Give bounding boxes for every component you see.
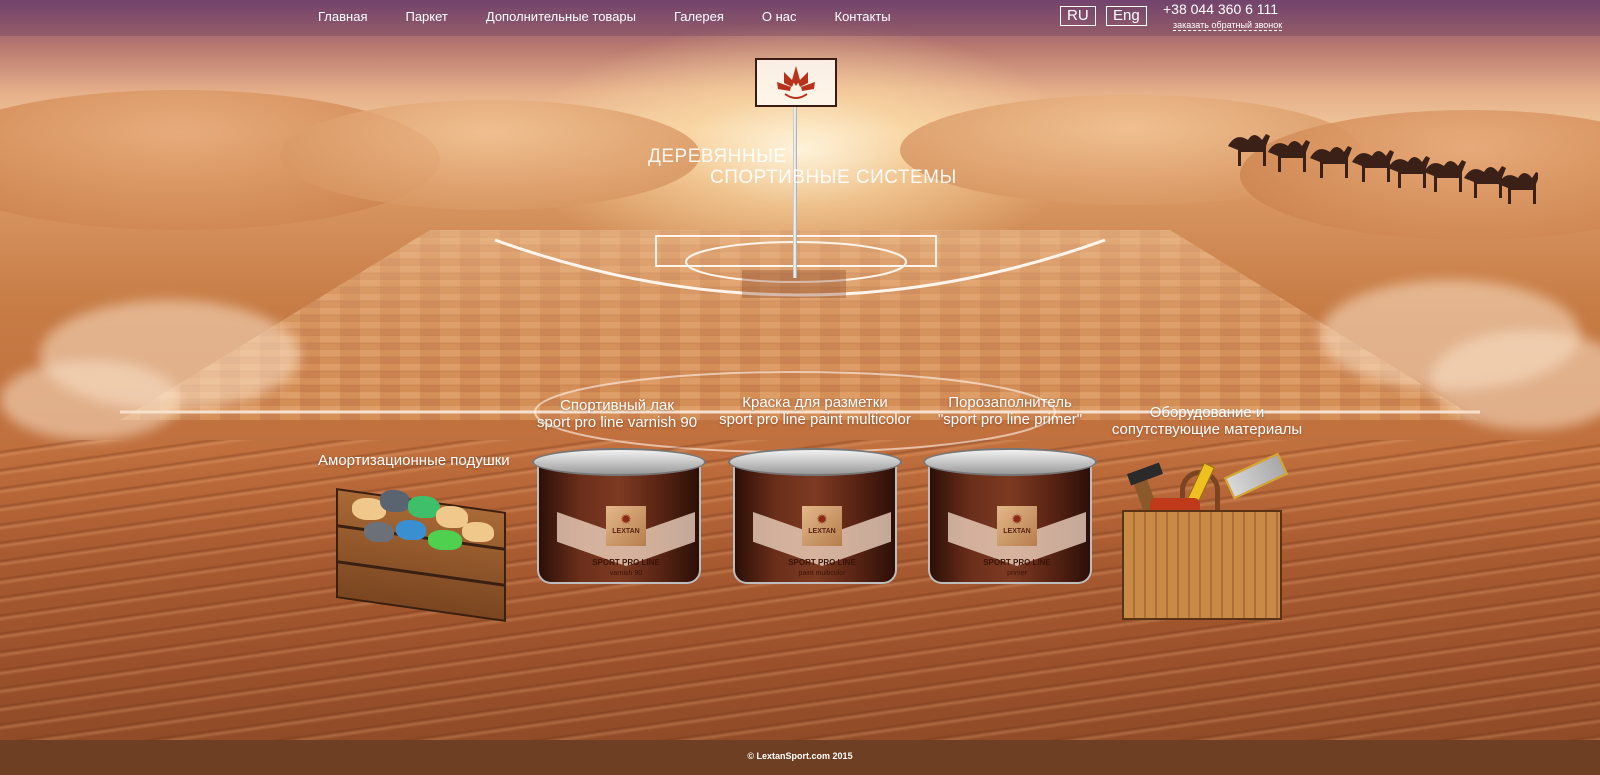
can-brand: LEXTAN — [612, 528, 640, 535]
hoop-pole — [793, 106, 797, 278]
nav-item-additional-products[interactable]: Дополнительные товары — [486, 9, 636, 24]
main-nav: Главная Паркет Дополнительные товары Гал… — [318, 9, 929, 24]
can-body: ✹ LEXTAN SPORT PRO LINE varnish 90 — [537, 462, 701, 584]
product-can-paint[interactable]: ✹ LEXTAN SPORT PRO LINE paint multicolor — [728, 448, 902, 596]
callback-link[interactable]: заказать обратный звонок — [1173, 20, 1283, 31]
product-label-equipment-line2: сопутствующие материалы — [1111, 421, 1303, 438]
camel-caravan-icon — [1228, 134, 1538, 204]
nav-item-gallery[interactable]: Галерея — [674, 9, 724, 24]
pad-shape — [364, 522, 394, 542]
nav-item-parquet[interactable]: Паркет — [405, 9, 447, 24]
product-can-primer[interactable]: ✹ LEXTAN SPORT PRO LINE primer — [923, 448, 1097, 596]
nav-item-about[interactable]: О нас — [762, 9, 797, 24]
product-label-pads-line1: Амортизационные подушки — [318, 452, 510, 469]
can-body: ✹ LEXTAN SPORT PRO LINE primer — [928, 462, 1092, 584]
nav-item-contacts[interactable]: Контакты — [835, 9, 891, 24]
can-product-name: SPORT PRO LINE — [592, 558, 660, 567]
can-product-sub: paint multicolor — [798, 570, 846, 577]
product-label-equipment[interactable]: Оборудование и сопутствующие материалы — [1102, 404, 1312, 438]
product-label-equipment-line1: Оборудование и — [1149, 404, 1265, 421]
can-logo: ✹ LEXTAN — [802, 506, 842, 546]
leaf-icon: ✹ — [1011, 511, 1023, 527]
toolbox — [1122, 510, 1282, 620]
product-label-varnish-line1: Спортивный лак — [560, 397, 674, 414]
can-product-name: SPORT PRO LINE — [983, 558, 1051, 567]
phone-number: +38 044 360 6 111 — [1163, 1, 1279, 17]
pad-shape — [396, 520, 426, 540]
product-label-varnish-line2: sport pro line varnish 90 — [536, 414, 698, 431]
lang-ru-button[interactable]: RU — [1060, 6, 1096, 26]
product-can-varnish[interactable]: ✹ LEXTAN SPORT PRO LINE varnish 90 — [532, 448, 706, 596]
can-logo: ✹ LEXTAN — [606, 506, 646, 546]
can-body: ✹ LEXTAN SPORT PRO LINE paint multicolor — [733, 462, 897, 584]
can-product-sub: varnish 90 — [609, 570, 643, 577]
hero-title-line2: СПОРТИВНЫЕ СИСТЕМЫ — [710, 167, 957, 188]
pad-shape — [462, 522, 494, 542]
can-lid — [728, 448, 902, 476]
pad-shape — [428, 530, 462, 550]
can-product-name: SPORT PRO LINE — [788, 558, 856, 567]
can-lid — [923, 448, 1097, 476]
can-brand: LEXTAN — [808, 528, 836, 535]
lang-en-button[interactable]: Eng — [1106, 6, 1147, 26]
leaf-icon: ✹ — [620, 511, 632, 527]
can-brand: LEXTAN — [1003, 528, 1031, 535]
nav-item-home[interactable]: Главная — [318, 9, 367, 24]
product-label-paint-line1: Краска для разметки — [742, 394, 888, 411]
dust-cloud — [0, 360, 180, 440]
product-label-primer-line1: Порозаполнитель — [948, 394, 1072, 411]
product-label-paint-line2: sport pro line paint multicolor — [719, 411, 911, 428]
top-navigation-bar: Главная Паркет Дополнительные товары Гал… — [0, 0, 1600, 36]
hero-title-line1: ДЕРЕВЯННЫЕ — [648, 146, 787, 167]
can-logo: ✹ LEXTAN — [997, 506, 1037, 546]
product-label-pads[interactable]: Амортизационные подушки — [318, 452, 510, 469]
product-label-primer-line2: "sport pro line primer" — [937, 411, 1083, 428]
hoop-backboard — [755, 58, 837, 107]
hero-background: ДЕРЕВЯННЫЕ СПОРТИВНЫЕ СИСТЕМЫ Амортизаци… — [0, 0, 1600, 775]
leaf-icon: ✹ — [816, 511, 828, 527]
product-label-paint[interactable]: Краска для разметки sport pro line paint… — [711, 394, 919, 428]
footer-copyright: © LextanSport.com 2015 — [747, 751, 853, 761]
can-product-sub: primer — [1007, 570, 1027, 577]
pad-shape — [380, 490, 410, 512]
product-label-primer[interactable]: Порозаполнитель "sport pro line primer" — [930, 394, 1090, 428]
product-label-varnish[interactable]: Спортивный лак sport pro line varnish 90 — [532, 397, 702, 431]
can-lid — [532, 448, 706, 476]
footer: © LextanSport.com 2015 — [0, 740, 1600, 775]
lextan-leaf-logo-icon — [777, 66, 815, 99]
crate-plank — [338, 560, 504, 587]
